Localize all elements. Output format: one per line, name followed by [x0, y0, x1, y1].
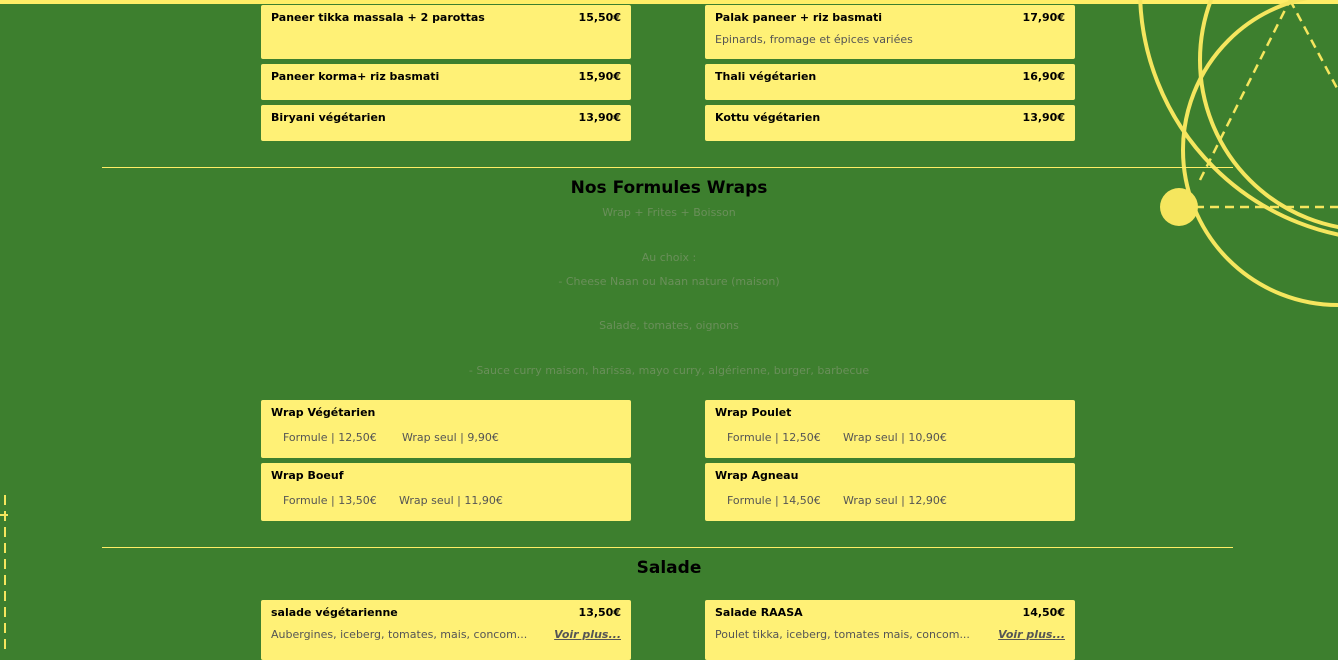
- wraps-section-title: Nos Formules Wraps: [570, 178, 768, 198]
- formule-price: Formule | 13,50€: [283, 494, 377, 507]
- item-name: salade végétarienne: [271, 606, 398, 619]
- wrap-only-price: Wrap seul | 11,90€: [399, 494, 503, 507]
- see-more-link[interactable]: Voir plus...: [554, 628, 621, 641]
- item-price: 16,90€: [1022, 70, 1065, 83]
- wraps-info-line: Wrap + Frites + Boisson: [602, 206, 736, 219]
- item-price: 15,90€: [578, 70, 621, 83]
- section-divider: [102, 547, 1233, 548]
- item-name: Wrap Agneau: [715, 469, 799, 482]
- item-price: 13,90€: [1022, 111, 1065, 124]
- item-description: Poulet tikka, iceberg, tomates mais, con…: [715, 628, 970, 641]
- item-name: Thali végétarien: [715, 70, 817, 83]
- menu-item-card[interactable]: Biryani végétarien 13,90€: [261, 105, 631, 141]
- item-name: Paneer korma+ riz basmati: [271, 70, 440, 83]
- salad-item-card[interactable]: salade végétarienne 13,50€ Aubergines, i…: [261, 600, 631, 660]
- item-name: Palak paneer + riz basmati: [715, 11, 883, 24]
- item-price: 13,50€: [578, 606, 621, 619]
- menu-item-card[interactable]: Thali végétarien 16,90€: [705, 64, 1075, 100]
- wrap-only-price: Wrap seul | 12,90€: [843, 494, 947, 507]
- item-price: 13,90€: [578, 111, 621, 124]
- item-name: Kottu végétarien: [715, 111, 821, 124]
- item-price: 15,50€: [578, 11, 621, 24]
- wraps-info-line: - Sauce curry maison, harissa, mayo curr…: [468, 364, 870, 377]
- item-name: Salade RAASA: [715, 606, 803, 619]
- section-divider: [102, 167, 1233, 168]
- item-description: Aubergines, iceberg, tomates, mais, conc…: [271, 628, 528, 641]
- wrap-item-card[interactable]: Wrap Poulet Formule | 12,50€ Wrap seul |…: [705, 400, 1075, 458]
- item-price: 14,50€: [1022, 606, 1065, 619]
- formule-price: Formule | 14,50€: [727, 494, 821, 507]
- wraps-info-line: Salade, tomates, oignons: [599, 319, 739, 332]
- menu-item-card[interactable]: Kottu végétarien 13,90€: [705, 105, 1075, 141]
- formule-price: Formule | 12,50€: [283, 431, 377, 444]
- wraps-info-line: Au choix :: [641, 251, 697, 264]
- item-name: Paneer tikka massala + 2 parottas: [271, 11, 485, 24]
- wrap-item-card[interactable]: Wrap Boeuf Formule | 13,50€ Wrap seul | …: [261, 463, 631, 521]
- formule-price: Formule | 12,50€: [727, 431, 821, 444]
- wrap-only-price: Wrap seul | 10,90€: [843, 431, 947, 444]
- top-border: [0, 0, 1338, 4]
- see-more-link[interactable]: Voir plus...: [998, 628, 1065, 641]
- item-name: Wrap Boeuf: [271, 469, 344, 482]
- menu-item-card[interactable]: Paneer korma+ riz basmati 15,90€: [261, 64, 631, 100]
- item-name: Wrap Végétarien: [271, 406, 376, 419]
- menu-item-card[interactable]: Palak paneer + riz basmati 17,90€ Epinar…: [705, 5, 1075, 59]
- salad-item-card[interactable]: Salade RAASA 14,50€ Poulet tikka, iceber…: [705, 600, 1075, 660]
- menu-item-card[interactable]: Paneer tikka massala + 2 parottas 15,50€: [261, 5, 631, 59]
- item-name: Biryani végétarien: [271, 111, 386, 124]
- salade-section-title: Salade: [636, 558, 702, 578]
- wrap-item-card[interactable]: Wrap Agneau Formule | 14,50€ Wrap seul |…: [705, 463, 1075, 521]
- item-description: Epinards, fromage et épices variées: [715, 33, 913, 46]
- item-price: 17,90€: [1022, 11, 1065, 24]
- wraps-info-line: - Cheese Naan ou Naan nature (maison): [558, 275, 780, 288]
- wrap-only-price: Wrap seul | 9,90€: [402, 431, 499, 444]
- wrap-item-card[interactable]: Wrap Végétarien Formule | 12,50€ Wrap se…: [261, 400, 631, 458]
- item-name: Wrap Poulet: [715, 406, 792, 419]
